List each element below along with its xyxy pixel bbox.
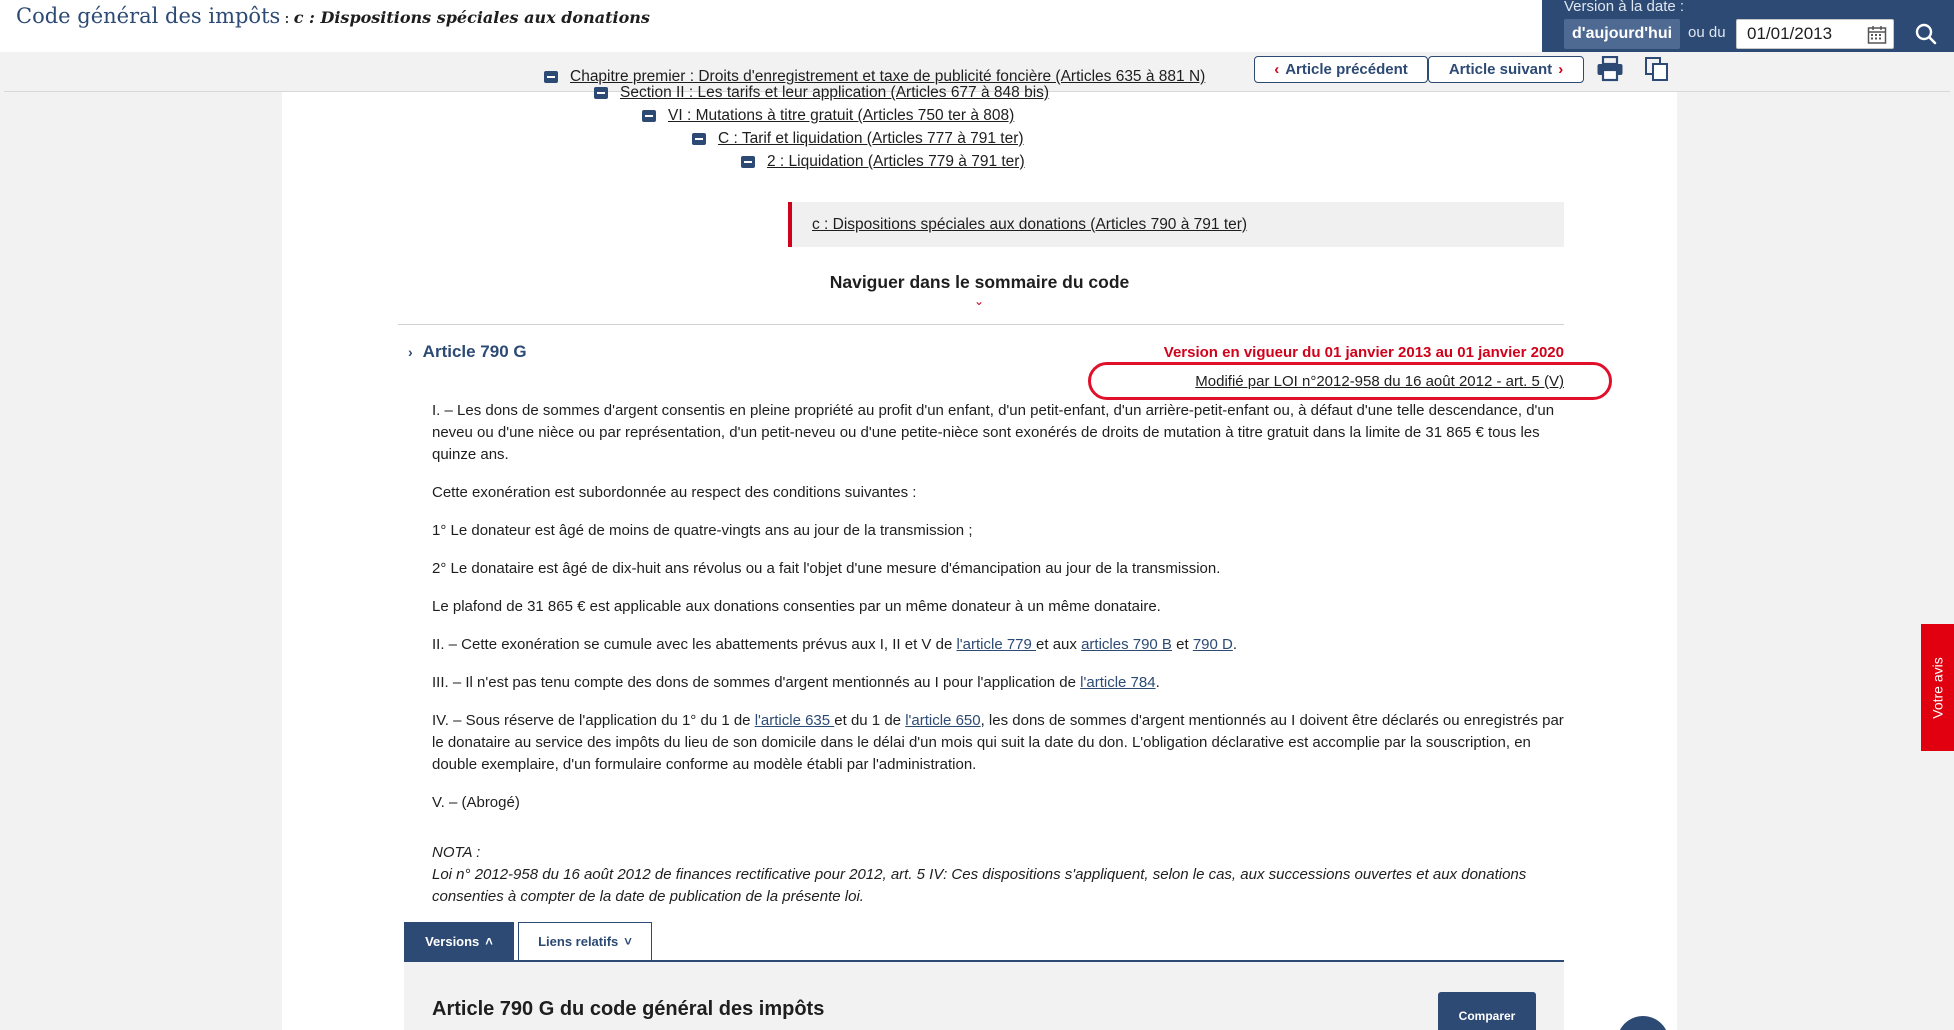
- article-paragraph: IV. – Sous réserve de l'application du 1…: [432, 710, 1566, 776]
- paragraph-text: et du 1 de: [834, 712, 906, 729]
- version-status: Version en vigueur du 01 janvier 2013 au…: [1163, 344, 1564, 361]
- version-date-label: Version à la date :: [1564, 0, 1685, 15]
- article-635-link[interactable]: l'article 635: [755, 712, 835, 729]
- article-paragraph: Cette exonération est subordonnée au res…: [432, 484, 917, 501]
- calendar-icon[interactable]: [1867, 25, 1887, 45]
- breadcrumb-label[interactable]: 2 : Liquidation (Articles 779 à 791 ter): [767, 153, 1025, 171]
- next-article-button[interactable]: Article suivant ›: [1428, 56, 1584, 83]
- paragraph-text: III. – Il n'est pas tenu compte des dons…: [432, 674, 1081, 691]
- nota-text: Loi n° 2012-958 du 16 août 2012 de finan…: [432, 866, 1527, 905]
- collapse-icon[interactable]: [642, 110, 656, 122]
- section-title: c : Dispositions spéciales aux donations: [293, 8, 650, 27]
- chevron-right-icon: ›: [408, 344, 413, 360]
- article-784-link[interactable]: l'article 784: [1080, 674, 1155, 691]
- feedback-tab[interactable]: Votre avis: [1921, 624, 1954, 751]
- breadcrumb-label[interactable]: C : Tarif et liquidation (Articles 777 à…: [718, 130, 1024, 148]
- article-paragraph: 1° Le donateur est âgé de moins de quatr…: [432, 522, 973, 539]
- tab-label: Liens relatifs: [538, 934, 619, 949]
- compare-button[interactable]: Comparer: [1438, 992, 1536, 1030]
- nota-label: NOTA :: [432, 844, 481, 861]
- chevron-up-icon: ˄: [485, 934, 493, 949]
- date-field-wrapper: [1736, 19, 1894, 49]
- divider: [398, 324, 1564, 325]
- chevron-down-icon: ˅: [624, 934, 632, 949]
- article-790b-link[interactable]: articles 790 B: [1081, 636, 1172, 653]
- article-title-text: Article 790 G: [422, 342, 527, 361]
- title-separator: :: [284, 8, 290, 27]
- article-paragraph: I. – Les dons de sommes d'argent consent…: [432, 402, 1555, 463]
- versions-panel: Article 790 G du code général des impôts…: [404, 962, 1564, 1030]
- date-field[interactable]: [1747, 24, 1847, 44]
- paragraph-text: IV. – Sous réserve de l'application du 1…: [432, 712, 755, 729]
- previous-article-label: Article précédent: [1285, 61, 1408, 78]
- collapse-icon[interactable]: [741, 156, 755, 168]
- paragraph-text: II. – Cette exonération se cumule avec l…: [432, 636, 957, 653]
- paragraph-text: .: [1232, 636, 1238, 653]
- article-card: Chapitre premier : Droits d'enregistreme…: [282, 68, 1677, 1030]
- breadcrumb-label[interactable]: VI : Mutations à titre gratuit (Articles…: [668, 107, 1014, 125]
- breadcrumb-item-tarif[interactable]: C : Tarif et liquidation (Articles 777 à…: [692, 130, 1024, 148]
- breadcrumb-item-mutations[interactable]: VI : Mutations à titre gratuit (Articles…: [642, 107, 1014, 125]
- collapse-icon[interactable]: [692, 133, 706, 145]
- paragraph-text: et: [1171, 636, 1193, 653]
- article-paragraph: II. – Cette exonération se cumule avec l…: [432, 634, 1566, 656]
- article-779-link[interactable]: l'article 779: [956, 636, 1036, 653]
- versions-heading: Article 790 G du code général des impôts: [432, 998, 825, 1020]
- copy-icon[interactable]: [1644, 56, 1670, 82]
- header-title: Code général des impôts : c : Dispositio…: [16, 4, 650, 40]
- tab-versions[interactable]: Versions ˄: [404, 922, 514, 960]
- chevron-down-icon[interactable]: ⌄: [974, 294, 984, 308]
- code-title[interactable]: Code général des impôts: [16, 4, 280, 28]
- article-body: I. – Les dons de sommes d'argent consent…: [432, 400, 1566, 908]
- article-paragraph: V. – (Abrogé): [432, 794, 520, 811]
- collapse-icon[interactable]: [544, 71, 558, 83]
- article-title[interactable]: › Article 790 G: [408, 342, 527, 362]
- tab-label: Versions: [425, 934, 480, 949]
- breadcrumb-label[interactable]: Section II : Les tarifs et leur applicat…: [620, 84, 1049, 102]
- today-version-button[interactable]: d'aujourd'hui: [1564, 19, 1681, 49]
- next-article-label: Article suivant: [1448, 61, 1553, 78]
- nota-block: NOTA : Loi n° 2012-958 du 16 août 2012 d…: [432, 842, 1566, 908]
- article-tabs: Versions ˄ Liens relatifs ˅: [404, 922, 1564, 962]
- feedback-label: Votre avis: [1929, 656, 1946, 719]
- highlight-circle: [1088, 362, 1612, 400]
- breadcrumb-item-section[interactable]: Section II : Les tarifs et leur applicat…: [594, 84, 1049, 102]
- collapse-icon[interactable]: [594, 87, 608, 99]
- article-790d-link[interactable]: 790 D: [1193, 636, 1233, 653]
- date-search-button[interactable]: [1906, 19, 1946, 51]
- version-date-panel: Version à la date : d'aujourd'hui ou du: [1542, 0, 1954, 52]
- tab-liens-relatifs[interactable]: Liens relatifs ˅: [518, 922, 652, 960]
- breadcrumb-item-liquidation[interactable]: 2 : Liquidation (Articles 779 à 791 ter): [741, 153, 1025, 171]
- print-icon[interactable]: [1596, 56, 1624, 82]
- previous-article-button[interactable]: ‹ Article précédent: [1254, 56, 1428, 83]
- paragraph-text: et aux: [1036, 636, 1082, 653]
- chevron-left-icon: ‹: [1274, 61, 1280, 78]
- breadcrumb-current[interactable]: c : Dispositions spéciales aux donations…: [788, 202, 1564, 247]
- article-paragraph: III. – Il n'est pas tenu compte des dons…: [432, 672, 1566, 694]
- chevron-right-icon: ›: [1558, 61, 1564, 78]
- search-icon: [1915, 23, 1937, 44]
- page-header: Code général des impôts : c : Dispositio…: [0, 0, 1954, 52]
- article-paragraph: Le plafond de 31 865 € est applicable au…: [432, 598, 1161, 615]
- article-paragraph: 2° Le donataire est âgé de dix-huit ans …: [432, 560, 1221, 577]
- summary-navigation-toggle[interactable]: Naviguer dans le sommaire du code: [282, 272, 1677, 293]
- article-650-link[interactable]: l'article 650: [905, 712, 980, 729]
- or-date-label: ou du: [1688, 24, 1726, 41]
- paragraph-text: .: [1155, 674, 1160, 691]
